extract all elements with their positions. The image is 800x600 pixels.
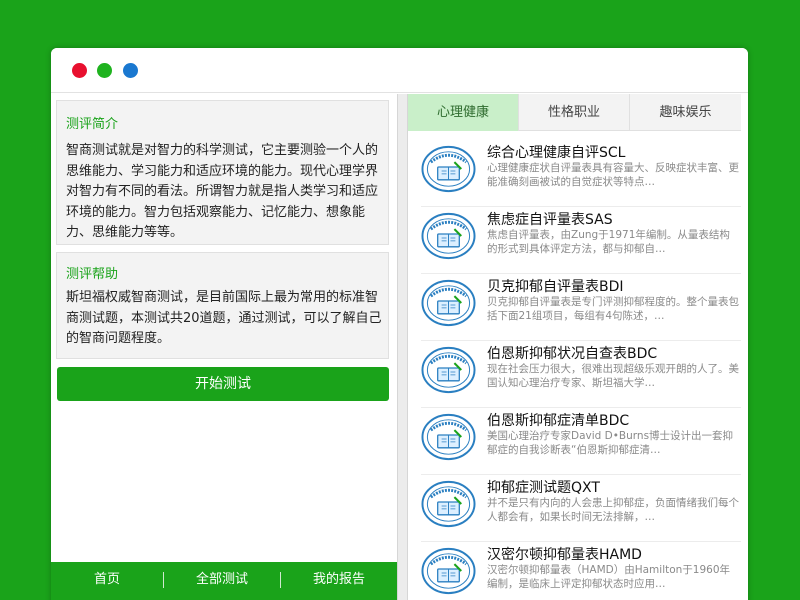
help-card: 测评帮助 斯坦福权威智商测试，是目前国际上最为常用的标准智商测试题，本测试共20… [56, 252, 389, 359]
title-bar [51, 48, 748, 93]
test-list-item[interactable]: 伯恩斯抑郁症清单BDC 美国心理治疗专家David D•Burns博士设计出一套抑… [421, 408, 741, 475]
test-description: 现在社会压力很大，很难出现超级乐观开朗的人了。美国认知心理治疗专家、斯坦福大学… [487, 363, 739, 389]
bottom-nav: 首页 全部测试 我的报告 [51, 562, 397, 600]
test-list-item[interactable]: 贝克抑郁自评量表BDI 贝克抑郁自评量表是专门评测抑郁程度的。整个量表包括下面21… [421, 274, 741, 341]
psych-test-badge-icon [421, 279, 476, 327]
test-title: 贝克抑郁自评量表BDI [487, 279, 624, 295]
test-list-item[interactable]: 汉密尔顿抑郁量表HAMD 汉密尔顿抑郁量表（HAMD）由Hamilton于1960… [421, 542, 741, 600]
help-text: 斯坦福权威智商测试，是目前国际上最为常用的标准智商测试题，本测试共20道题，通过… [66, 290, 382, 346]
test-list-item[interactable]: 综合心理健康自评SCL 心理健康症状自评量表具有容量大、反映症状丰富、更能准确刻画… [421, 140, 741, 207]
test-title: 焦虑症自评量表SAS [487, 212, 613, 228]
intro-card: 测评简介 智商测试就是对智力的科学测试，它主要测验一个人的思维能力、学习能力和适… [56, 100, 389, 245]
category-tabs: 心理健康 性格职业 趣味娱乐 [408, 94, 741, 131]
test-title: 汉密尔顿抑郁量表HAMD [487, 547, 642, 563]
help-title: 测评帮助 [66, 267, 119, 282]
panel-divider [397, 94, 408, 600]
psych-test-badge-icon [421, 413, 476, 461]
intro-title: 测评简介 [66, 117, 119, 132]
minimize-window-icon[interactable] [97, 63, 112, 78]
test-description: 心理健康症状自评量表具有容量大、反映症状丰富、更能准确刻画被试的自觉症状等特点… [487, 162, 739, 188]
psych-test-badge-icon [421, 346, 476, 394]
tab-personality-career[interactable]: 性格职业 [519, 94, 630, 131]
left-panel: 测评简介 智商测试就是对智力的科学测试，它主要测验一个人的思维能力、学习能力和适… [51, 94, 397, 600]
test-description: 并不是只有内向的人会患上抑郁症，负面情绪我们每个人都会有，如果长时间无法排解，… [487, 497, 739, 523]
app-window: 测评简介 智商测试就是对智力的科学测试，它主要测验一个人的思维能力、学习能力和适… [51, 48, 748, 600]
nav-my-reports[interactable]: 我的报告 [281, 562, 397, 598]
test-description: 焦虑自评量表，由Zung于1971年编制。从量表结构的形式到具体评定方法，都与抑… [487, 229, 730, 255]
psych-test-badge-icon [421, 480, 476, 528]
test-description: 汉密尔顿抑郁量表（HAMD）由Hamilton于1960年编制，是临床上评定抑郁… [487, 564, 731, 590]
test-list-item[interactable]: 伯恩斯抑郁状况自查表BDC 现在社会压力很大，很难出现超级乐观开朗的人了。美国认知… [421, 341, 741, 408]
start-test-button[interactable]: 开始测试 [57, 367, 389, 401]
test-title: 伯恩斯抑郁症清单BDC [487, 413, 630, 429]
test-list-item[interactable]: 抑郁症测试题QXT 并不是只有内向的人会患上抑郁症，负面情绪我们每个人都会有，如果… [421, 475, 741, 542]
test-title: 伯恩斯抑郁状况自查表BDC [487, 346, 658, 362]
test-title: 综合心理健康自评SCL [487, 145, 626, 161]
nav-all-tests[interactable]: 全部测试 [164, 562, 280, 598]
close-window-icon[interactable] [72, 63, 87, 78]
test-list-item[interactable]: 焦虑症自评量表SAS 焦虑自评量表，由Zung于1971年编制。从量表结构的形式到… [421, 207, 741, 274]
test-title: 抑郁症测试题QXT [487, 480, 600, 496]
right-panel: 心理健康 性格职业 趣味娱乐 综合心理健康自评SCL 心理健康症状自评量表具有容量… [408, 94, 748, 600]
tab-mental-health[interactable]: 心理健康 [408, 94, 519, 131]
maximize-window-icon[interactable] [123, 63, 138, 78]
test-description: 贝克抑郁自评量表是专门评测抑郁程度的。整个量表包括下面21组项目，每组有4句陈述… [487, 296, 739, 322]
intro-text: 智商测试就是对智力的科学测试，它主要测验一个人的思维能力、学习能力和适应环境的能… [66, 143, 379, 240]
test-description: 美国心理治疗专家David D•Burns博士设计出一套抑郁症的自我诊断表“伯恩… [487, 430, 734, 456]
tab-fun-entertainment[interactable]: 趣味娱乐 [630, 94, 741, 131]
psych-test-badge-icon [421, 212, 476, 260]
nav-home[interactable]: 首页 [51, 562, 163, 598]
psych-test-badge-icon [421, 547, 476, 595]
psych-test-badge-icon [421, 145, 476, 193]
